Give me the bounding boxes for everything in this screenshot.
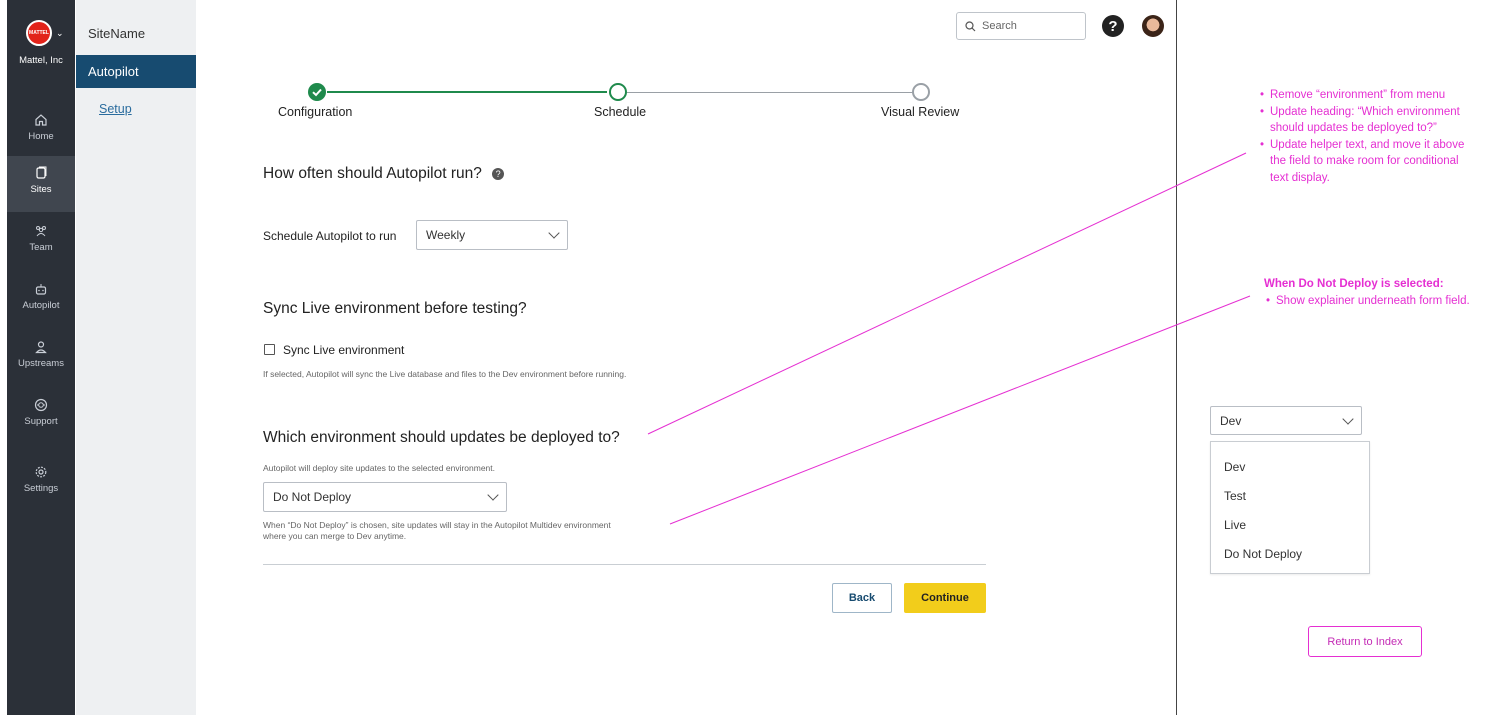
note-item-2-cont: should updates be deployed to?” bbox=[1270, 122, 1437, 134]
mock-select-value: Dev bbox=[1220, 413, 1242, 428]
annotation-note-explainer: When Do Not Deploy is selected: Show exp… bbox=[1264, 276, 1470, 309]
note-item-2: Update heading: “Which environment bbox=[1258, 104, 1464, 121]
note-item-3-cont-b: text display. bbox=[1270, 171, 1330, 184]
annotation-note-menu: Remove “environment” from menu Update he… bbox=[1258, 87, 1464, 186]
mock-environment-options: Dev Test Live Do Not Deploy bbox=[1210, 441, 1370, 574]
option-test[interactable]: Test bbox=[1224, 489, 1246, 503]
page: MATTEL ⌄ Mattel, Inc Home Sites Team Aut… bbox=[0, 0, 1496, 715]
note-item-3-cont-a: the field to make room for conditional bbox=[1270, 155, 1459, 167]
callout-line-heading bbox=[647, 152, 1247, 435]
note-item-1: Remove “environment” from menu bbox=[1258, 87, 1464, 104]
option-do-not-deploy[interactable]: Do Not Deploy bbox=[1224, 547, 1302, 561]
note2-item: Show explainer underneath form field. bbox=[1264, 293, 1470, 310]
note-item-3: Update helper text, and move it above bbox=[1258, 137, 1464, 154]
option-dev[interactable]: Dev bbox=[1224, 460, 1245, 474]
note2-title: When Do Not Deploy is selected: bbox=[1264, 278, 1444, 290]
chevron-down-icon bbox=[1342, 412, 1354, 425]
callout-line-explainer bbox=[669, 295, 1251, 525]
option-live[interactable]: Live bbox=[1224, 518, 1246, 532]
return-to-index-button[interactable]: Return to Index bbox=[1308, 626, 1422, 657]
mock-environment-select[interactable]: Dev bbox=[1210, 406, 1362, 435]
